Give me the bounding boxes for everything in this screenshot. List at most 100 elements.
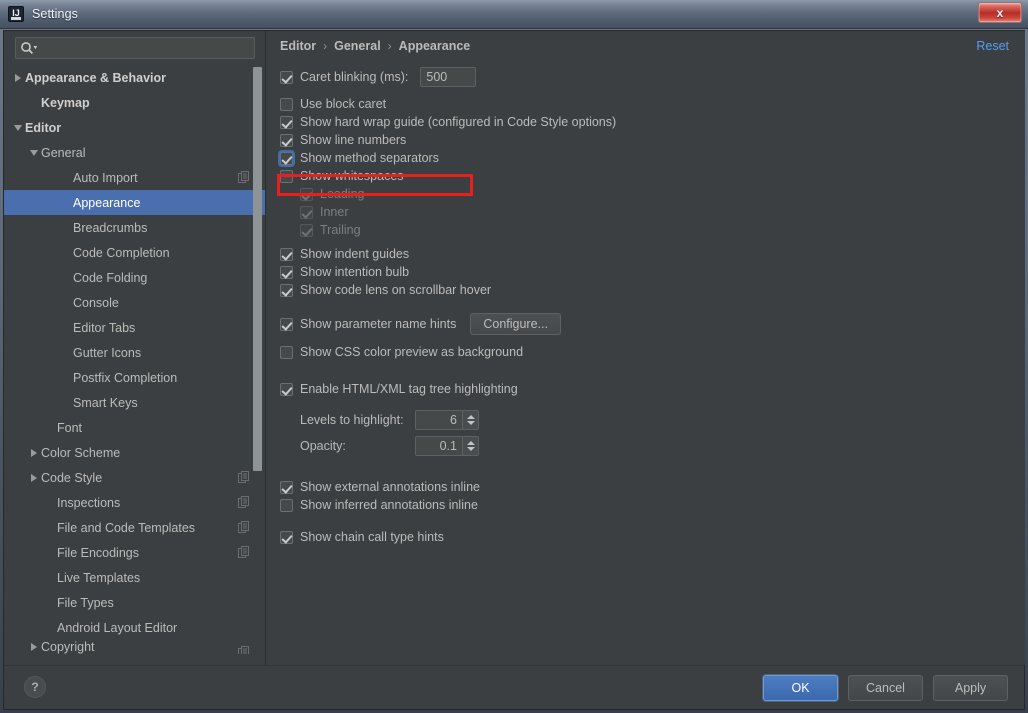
sidebar-item-label: Live Templates	[57, 570, 141, 585]
intellij-idea-icon	[8, 6, 24, 22]
checkbox-parameter-hints[interactable]	[280, 317, 293, 331]
chevron-down-icon[interactable]	[12, 121, 25, 134]
cancel-button[interactable]: Cancel	[848, 675, 923, 701]
option-row-tag-tree-highlighting: Enable HTML/XML tag tree highlighting	[280, 380, 1020, 398]
sidebar-item-general[interactable]: General	[4, 140, 265, 165]
sidebar-item-label: File and Code Templates	[57, 520, 196, 535]
checkbox-css-color-preview[interactable]	[280, 345, 293, 359]
checkbox-show-inferred-annotations-inline[interactable]	[280, 498, 293, 512]
opacity-input[interactable]	[416, 437, 462, 455]
label-show-line-numbers: Show line numbers	[300, 133, 407, 147]
chevron-up-icon[interactable]	[466, 441, 475, 445]
sidebar-item-code-style[interactable]: Code Style	[4, 465, 265, 490]
chevron-right-icon[interactable]	[12, 71, 25, 84]
sidebar-item-live-templates[interactable]: Live Templates	[4, 565, 265, 590]
sidebar-item-label: Code Style	[41, 470, 103, 485]
sidebar-item-label: Smart Keys	[73, 395, 138, 410]
chevron-down-icon[interactable]	[466, 421, 475, 425]
option-row-trailing: Trailing	[300, 221, 1020, 239]
sidebar-item-file-types[interactable]: File Types	[4, 590, 265, 615]
sidebar-item-auto-import[interactable]: Auto Import	[4, 165, 265, 190]
label-caret-blinking: Caret blinking (ms):	[300, 70, 409, 84]
caret-blinking-input[interactable]	[420, 67, 477, 87]
levels-to-highlight-input[interactable]	[416, 411, 462, 429]
breadcrumb-item-general[interactable]: General	[334, 39, 381, 53]
checkbox-chain-call-hints[interactable]	[280, 530, 293, 544]
settings-sidebar: Appearance & Behavior Keymap Editor General…	[4, 31, 266, 665]
sidebar-item-editor-tabs[interactable]: Editor Tabs	[4, 315, 265, 340]
apply-button[interactable]: Apply	[933, 675, 1008, 701]
sidebar-item-smart-keys[interactable]: Smart Keys	[4, 390, 265, 415]
label-show-indent-guides: Show indent guides	[300, 247, 410, 261]
sidebar-item-appearance-behavior[interactable]: Appearance & Behavior	[4, 65, 265, 90]
checkbox-show-code-lens-on-scrollbar-hover[interactable]	[280, 283, 293, 297]
sidebar-item-appearance[interactable]: Appearance	[4, 190, 265, 215]
copy-icon[interactable]	[238, 546, 249, 558]
option-row-show-external-annotations-inline: Show external annotations inline	[280, 478, 1020, 496]
chevron-up-icon[interactable]	[466, 415, 475, 419]
search-input[interactable]	[15, 37, 255, 59]
label-trailing: Trailing	[320, 223, 361, 237]
checkbox-caret-blinking[interactable]	[280, 70, 293, 84]
sidebar-item-label: Keymap	[41, 95, 90, 110]
sidebar-scrollbar-thumb[interactable]	[253, 67, 262, 471]
sidebar-item-android-layout-editor[interactable]: Android Layout Editor	[4, 615, 265, 640]
chevron-right-icon[interactable]	[28, 471, 41, 484]
option-row-show-indent-guides: Show indent guides	[280, 245, 1020, 263]
checkbox-show-hard-wrap-guide-configured-in-code-style-op[interactable]	[280, 115, 293, 129]
option-row-use-block-caret: Use block caret	[280, 95, 1020, 113]
copy-icon[interactable]	[238, 471, 249, 483]
copy-icon[interactable]	[238, 171, 249, 183]
sidebar-item-file-encodings[interactable]: File Encodings	[4, 540, 265, 565]
sidebar-item-console[interactable]: Console	[4, 290, 265, 315]
copy-icon[interactable]	[238, 496, 249, 508]
help-icon[interactable]: ?	[24, 676, 46, 698]
sidebar-item-color-scheme[interactable]: Color Scheme	[4, 440, 265, 465]
chevron-down-icon[interactable]	[28, 146, 41, 159]
levels-stepper-arrows[interactable]	[462, 411, 478, 429]
breadcrumb-separator: ›	[387, 39, 392, 53]
configure-button[interactable]: Configure...	[470, 313, 561, 335]
checkbox-show-whitespaces[interactable]	[280, 169, 293, 183]
sidebar-item-gutter-icons[interactable]: Gutter Icons	[4, 340, 265, 365]
opacity-stepper[interactable]	[415, 436, 479, 456]
sidebar-item-breadcrumbs[interactable]: Breadcrumbs	[4, 215, 265, 240]
reset-link[interactable]: Reset	[976, 39, 1009, 53]
sidebar-item-file-and-code-templates[interactable]: File and Code Templates	[4, 515, 265, 540]
sidebar-item-code-completion[interactable]: Code Completion	[4, 240, 265, 265]
sidebar-item-code-folding[interactable]: Code Folding	[4, 265, 265, 290]
option-row-css-color-preview: Show CSS color preview as background	[280, 343, 1020, 361]
breadcrumb-item-editor[interactable]: Editor	[280, 39, 316, 53]
chevron-right-icon[interactable]	[28, 640, 41, 653]
copy-icon[interactable]	[238, 521, 249, 533]
checkbox-show-line-numbers[interactable]	[280, 133, 293, 147]
close-icon[interactable]: x	[978, 2, 1022, 23]
checkbox-use-block-caret[interactable]	[280, 97, 293, 111]
sidebar-item-font[interactable]: Font	[4, 415, 265, 440]
checkbox-show-method-separators[interactable]	[280, 151, 293, 165]
sidebar-item-postfix-completion[interactable]: Postfix Completion	[4, 365, 265, 390]
sidebar-item-copyright[interactable]: Copyright	[4, 640, 265, 654]
checkbox-tag-tree-highlighting[interactable]	[280, 382, 293, 396]
checkbox-show-indent-guides[interactable]	[280, 247, 293, 261]
sidebar-item-editor[interactable]: Editor	[4, 115, 265, 140]
sidebar-item-inspections[interactable]: Inspections	[4, 490, 265, 515]
checkbox-show-external-annotations-inline[interactable]	[280, 480, 293, 494]
label-show-whitespaces: Show whitespaces	[300, 169, 404, 183]
option-row-caret-blinking: Caret blinking (ms):	[280, 65, 1020, 89]
sidebar-item-label: Gutter Icons	[73, 345, 142, 360]
sidebar-item-keymap[interactable]: Keymap	[4, 90, 265, 115]
ok-button[interactable]: OK	[763, 675, 838, 701]
checkbox-show-intention-bulb[interactable]	[280, 265, 293, 279]
chevron-down-icon[interactable]	[466, 447, 475, 451]
opacity-stepper-arrows[interactable]	[462, 437, 478, 455]
label-levels-to-highlight: Levels to highlight:	[300, 413, 404, 427]
copy-icon[interactable]	[238, 646, 249, 654]
chevron-right-icon[interactable]	[28, 446, 41, 459]
levels-to-highlight-stepper[interactable]	[415, 410, 479, 430]
